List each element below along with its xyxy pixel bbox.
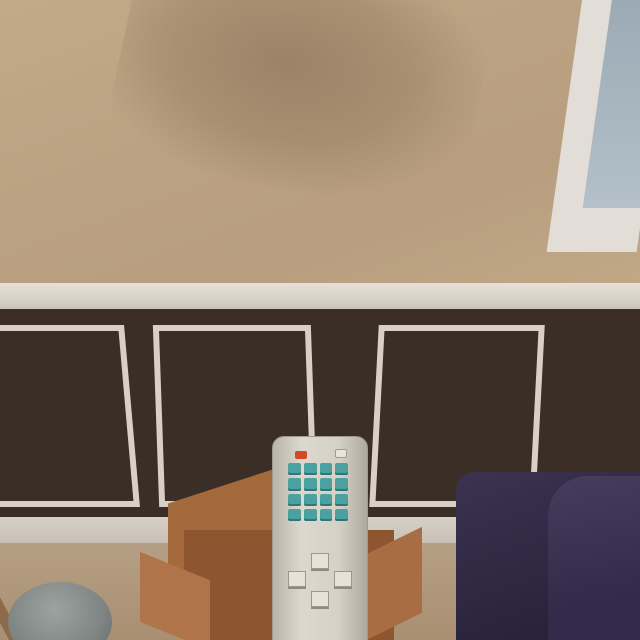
remote-key[interactable] [303, 493, 317, 506]
remote-keypad [288, 463, 348, 521]
remote-key[interactable] [319, 493, 333, 506]
power-button[interactable] [295, 451, 307, 459]
remote-key[interactable] [319, 463, 333, 476]
remote-key[interactable] [303, 478, 317, 491]
wall-panel [0, 325, 140, 507]
remote-key[interactable] [335, 463, 348, 476]
remote-key[interactable] [288, 493, 301, 506]
dpad-left-button[interactable] [288, 571, 306, 587]
dpad-up-button[interactable] [311, 553, 329, 569]
remote-key[interactable] [335, 478, 348, 491]
remote-key[interactable] [288, 478, 301, 491]
remote-indicator-light [335, 449, 347, 458]
remote-key[interactable] [288, 508, 301, 521]
tv-remote[interactable] [272, 436, 368, 640]
remote-key[interactable] [335, 493, 348, 506]
pillow [548, 476, 640, 640]
game-viewport[interactable] [0, 0, 640, 640]
remote-key[interactable] [288, 463, 301, 476]
dpad-right-button[interactable] [334, 571, 352, 587]
remote-key[interactable] [319, 478, 333, 491]
chair-rail [0, 283, 640, 309]
remote-key[interactable] [319, 508, 333, 521]
dpad-down-button[interactable] [311, 591, 329, 607]
remote-key[interactable] [335, 508, 348, 521]
remote-key[interactable] [303, 508, 317, 521]
remote-key[interactable] [303, 463, 317, 476]
